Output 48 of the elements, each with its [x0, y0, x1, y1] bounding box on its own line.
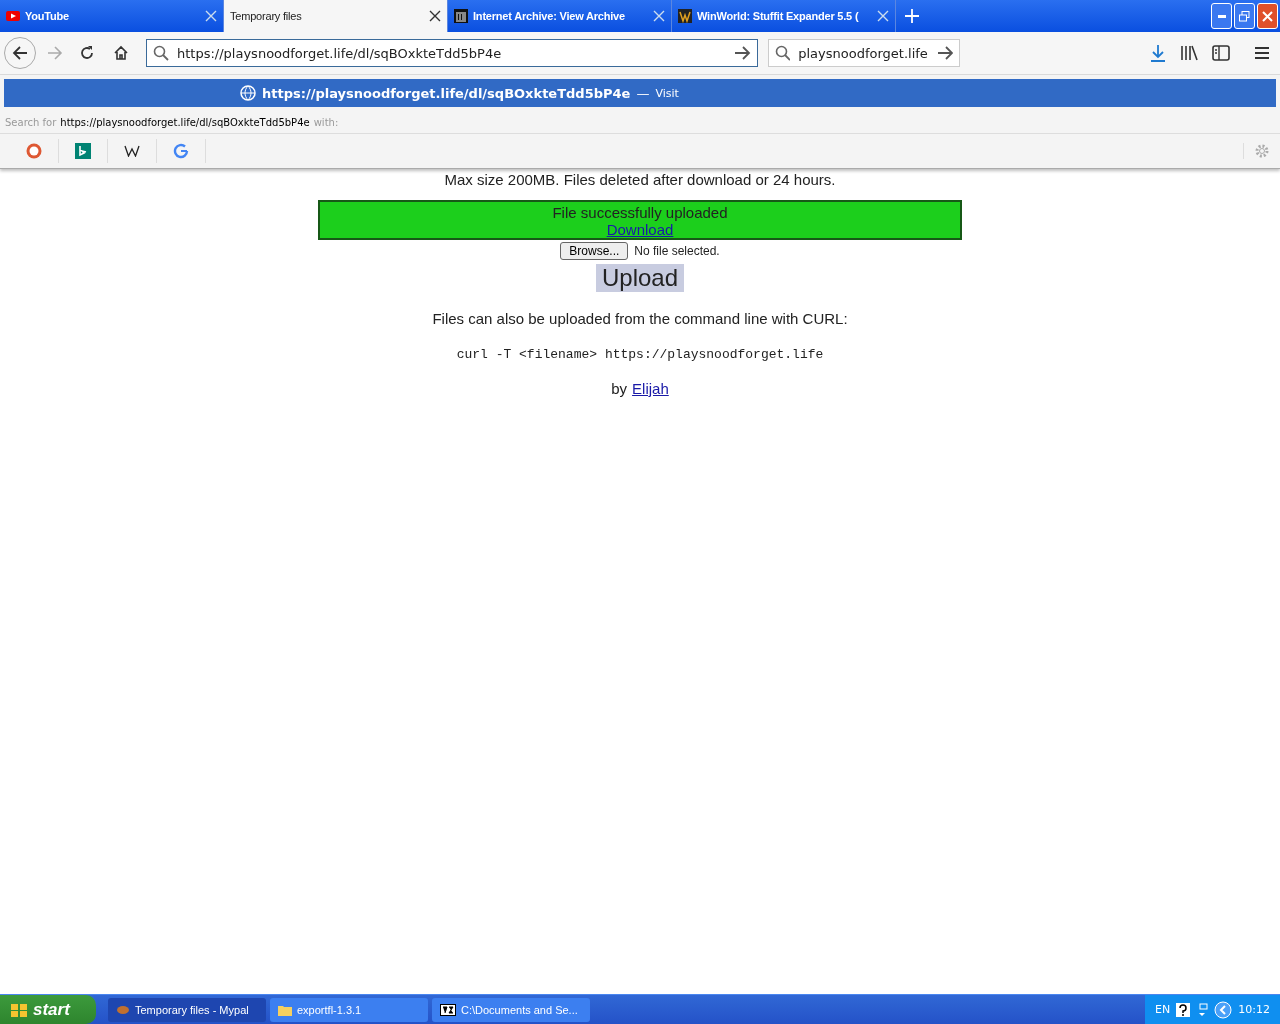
- success-message: File successfully uploaded: [552, 204, 728, 221]
- taskbar-button[interactable]: exportfl-1.3.1: [270, 997, 428, 1022]
- google-icon: [173, 143, 189, 159]
- upload-button[interactable]: Upload: [595, 264, 685, 292]
- go-arrow-icon: [733, 45, 751, 61]
- search-icon: [153, 45, 169, 61]
- go-arrow-icon: [935, 45, 953, 61]
- browser-tab[interactable]: Temporary files: [224, 0, 448, 32]
- download-icon[interactable]: [1150, 44, 1166, 62]
- taskbar-button[interactable]: Temporary files - Mypal: [108, 997, 266, 1022]
- address-field[interactable]: https://playsnoodforget.life/dl/sqBOxkteTdd5bP4e: [146, 39, 758, 67]
- w-logo-icon: [678, 9, 692, 23]
- play-icon: [6, 11, 20, 21]
- chevron-icon[interactable]: [1214, 1000, 1233, 1019]
- browse-button[interactable]: Browse...: [560, 242, 629, 260]
- building-icon: [454, 9, 468, 23]
- with-label: with:: [313, 116, 339, 128]
- language-indicator[interactable]: EN: [1155, 1003, 1171, 1016]
- duck-icon: [26, 143, 42, 159]
- notice-text: Max size 200MB. Files deleted after download or 24 hours.: [444, 171, 836, 188]
- taskbar-button[interactable]: C:\Documents and Se...: [432, 997, 590, 1022]
- help-icon[interactable]: [1176, 1002, 1191, 1017]
- archive-app-icon: [440, 1003, 456, 1016]
- network-icon[interactable]: [1196, 1002, 1209, 1017]
- menu-icon[interactable]: [1254, 44, 1270, 62]
- bing-icon: [75, 143, 91, 159]
- start-button[interactable]: start: [0, 995, 96, 1024]
- file-status: No file selected.: [634, 244, 720, 258]
- curl-command: curl -T <filename> https://playsnoodforget.life: [456, 347, 824, 362]
- curl-intro: Files can also be uploaded from the command line with CURL:: [432, 310, 848, 327]
- wikipedia-icon: [124, 145, 140, 157]
- clock: 10:12: [1238, 1003, 1270, 1016]
- byline-text: by: [611, 380, 628, 397]
- search-icon: [775, 45, 791, 61]
- search-query: https://playsnoodforget.life/dl/sqBOxkteTdd5bP4e: [60, 116, 310, 128]
- visit-suggestion[interactable]: https://playsnoodforget.life/dl/sqBOxkteTdd5bP4e — Visit: [4, 79, 1276, 107]
- library-icon[interactable]: [1180, 44, 1198, 62]
- restore-icon[interactable]: [1234, 3, 1255, 29]
- download-link[interactable]: Download: [606, 221, 674, 238]
- search-for-label: Search for: [5, 116, 57, 128]
- windows-flag-icon: [10, 1001, 28, 1018]
- author-link[interactable]: Elijah: [632, 380, 669, 397]
- minimize-icon[interactable]: [1211, 3, 1232, 29]
- sidebar-icon[interactable]: [1212, 44, 1230, 62]
- globe-icon: [240, 85, 256, 101]
- close-icon[interactable]: [429, 10, 441, 22]
- search-field[interactable]: playsnoodforget.life: [768, 39, 960, 67]
- folder-icon: [278, 1003, 292, 1016]
